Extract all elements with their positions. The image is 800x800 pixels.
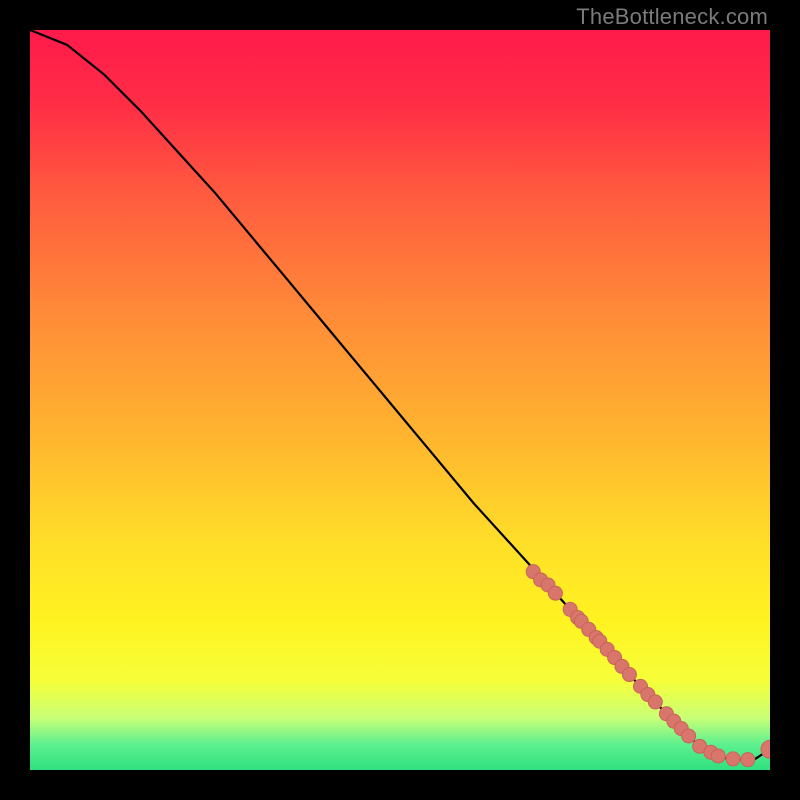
data-marker [711,749,725,763]
data-marker [548,586,562,600]
data-marker [741,753,755,767]
chart-overlay [30,30,770,770]
data-marker [726,752,740,766]
data-marker [622,668,636,682]
watermark-text: TheBottleneck.com [576,4,768,30]
bottleneck-curve [30,30,770,760]
data-marker [648,695,662,709]
data-markers [526,565,770,767]
data-marker [761,740,770,758]
plot-area [30,30,770,770]
data-marker [682,729,696,743]
chart-stage: TheBottleneck.com [0,0,800,800]
